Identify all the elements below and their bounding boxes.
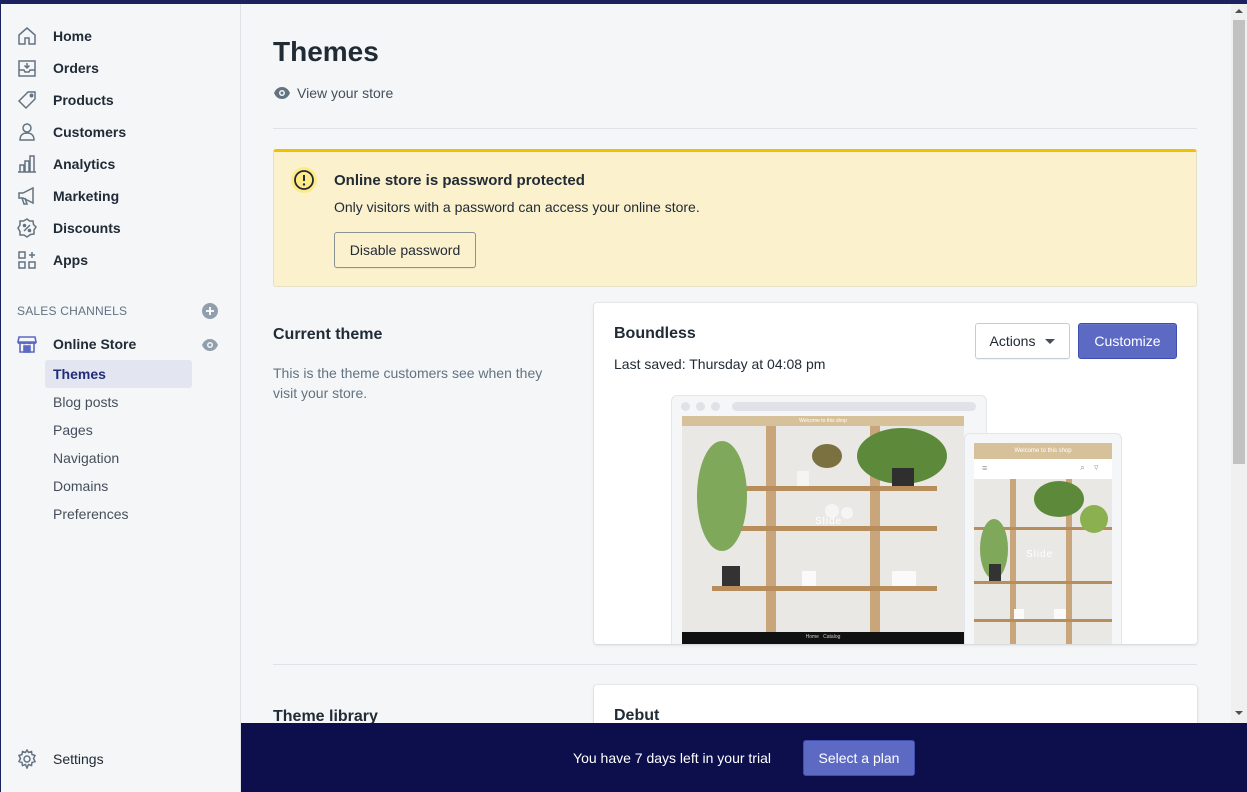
bar-chart-icon bbox=[18, 155, 36, 173]
orders-icon bbox=[18, 60, 36, 77]
scrollbar-thumb[interactable] bbox=[1233, 20, 1245, 464]
sidebar-item-settings[interactable]: Settings bbox=[17, 747, 104, 771]
select-plan-button[interactable]: Select a plan bbox=[802, 739, 915, 776]
desktop-preview[interactable]: Welcome to this shop Slide Home Catalog bbox=[671, 395, 987, 644]
disable-password-button[interactable]: Disable password bbox=[334, 232, 476, 268]
trial-text: You have 7 days left in your trial bbox=[573, 749, 771, 766]
mobile-preview[interactable]: Welcome to this shop ≡ ⌕ ▿ Slide bbox=[964, 433, 1122, 644]
sidebar-subitem-navigation[interactable]: Navigation bbox=[45, 444, 192, 472]
sidebar-item-orders[interactable]: Orders bbox=[17, 56, 99, 80]
sales-channels-heading: SALES CHANNELS bbox=[17, 304, 128, 318]
cart-icon: ▿ bbox=[1094, 462, 1099, 472]
sidebar-item-label: Home bbox=[53, 28, 92, 44]
megaphone-icon bbox=[18, 186, 34, 205]
current-theme-description: This is the theme customers see when the… bbox=[273, 365, 543, 401]
sidebar-item-analytics[interactable]: Analytics bbox=[17, 152, 115, 176]
desktop-shop-banner: Welcome to this shop bbox=[682, 416, 964, 426]
actions-label: Actions bbox=[989, 333, 1036, 349]
sidebar-item-label: Marketing bbox=[53, 188, 120, 204]
store-icon bbox=[17, 336, 37, 353]
sidebar-item-home[interactable]: Home bbox=[17, 24, 92, 48]
sidebar-item-label: Products bbox=[53, 92, 114, 108]
sidebar-subitem-domains[interactable]: Domains bbox=[45, 472, 192, 500]
sidebar-subitem-pages[interactable]: Pages bbox=[45, 416, 192, 444]
home-icon bbox=[18, 27, 36, 45]
divider bbox=[273, 664, 1197, 665]
desktop-screen: Welcome to this shop Slide Home Catalog bbox=[682, 416, 964, 644]
sidebar-subitem-blog-posts[interactable]: Blog posts bbox=[45, 388, 192, 416]
sidebar-item-apps[interactable]: Apps bbox=[17, 248, 88, 272]
scroll-down-arrow-icon[interactable] bbox=[1235, 711, 1243, 715]
desktop-preview-footer: Home Catalog bbox=[682, 632, 964, 644]
gear-icon bbox=[17, 749, 37, 769]
customize-button[interactable]: Customize bbox=[1078, 323, 1177, 359]
sidebar-item-marketing[interactable]: Marketing bbox=[17, 184, 119, 208]
last-saved-text: Last saved: Thursday at 04:08 pm bbox=[614, 356, 826, 372]
warning-icon bbox=[291, 167, 317, 193]
mobile-header: ≡ ⌕ ▿ bbox=[974, 459, 1112, 479]
sidebar-subitem-preferences[interactable]: Preferences bbox=[45, 500, 192, 528]
sidebar-item-online-store[interactable]: Online Store bbox=[17, 332, 136, 356]
sidebar-item-customers[interactable]: Customers bbox=[17, 120, 126, 144]
mobile-slide-label: Slide bbox=[1026, 549, 1054, 560]
view-store-label: View your store bbox=[297, 85, 394, 101]
sidebar-item-products[interactable]: Products bbox=[17, 88, 114, 112]
discount-icon bbox=[17, 218, 37, 238]
sidebar: Home Orders Products Customers Analytics… bbox=[1, 4, 241, 792]
person-icon bbox=[19, 123, 35, 141]
divider bbox=[273, 128, 1197, 129]
current-theme-card: Boundless Last saved: Thursday at 04:08 … bbox=[594, 303, 1197, 644]
plant-shelf-image bbox=[974, 479, 1112, 644]
mobile-shop-banner: Welcome to this shop bbox=[974, 443, 1112, 459]
browser-bar bbox=[672, 396, 986, 414]
sidebar-item-label: Analytics bbox=[53, 156, 116, 172]
scroll-up-arrow-icon[interactable] bbox=[1235, 9, 1243, 13]
current-theme-heading: Current theme bbox=[273, 326, 383, 343]
view-store-link[interactable]: View your store bbox=[273, 84, 393, 102]
desktop-slide-label: Slide bbox=[815, 516, 843, 527]
page-title: Themes bbox=[273, 36, 379, 67]
add-circle-icon[interactable] bbox=[201, 302, 219, 320]
sidebar-item-label: Customers bbox=[53, 124, 127, 140]
sidebar-subitem-themes[interactable]: Themes bbox=[45, 360, 192, 388]
theme-library-card: Debut bbox=[594, 685, 1197, 723]
apps-icon bbox=[18, 251, 36, 269]
theme-name: Boundless bbox=[614, 325, 696, 342]
hamburger-icon: ≡ bbox=[982, 463, 988, 473]
tag-icon bbox=[17, 91, 36, 110]
sidebar-item-label: Apps bbox=[53, 252, 88, 268]
sidebar-item-discounts[interactable]: Discounts bbox=[17, 216, 121, 240]
eye-icon[interactable] bbox=[201, 336, 219, 354]
sidebar-item-label: Settings bbox=[53, 751, 104, 767]
sidebar-item-label: Orders bbox=[53, 60, 99, 76]
sidebar-item-label: Online Store bbox=[53, 336, 137, 352]
sidebar-item-label: Discounts bbox=[53, 220, 121, 236]
eye-icon bbox=[274, 87, 290, 99]
main-content: Themes View your store Online store is p… bbox=[241, 4, 1231, 723]
library-theme-name: Debut bbox=[614, 707, 660, 723]
mobile-screen: Welcome to this shop ≡ ⌕ ▿ Slide bbox=[974, 443, 1112, 644]
caret-down-icon bbox=[1045, 338, 1056, 344]
vertical-scrollbar[interactable] bbox=[1231, 4, 1247, 723]
actions-dropdown-button[interactable]: Actions bbox=[975, 323, 1070, 359]
password-banner: Online store is password protected Only … bbox=[273, 149, 1197, 287]
search-icon: ⌕ bbox=[1080, 462, 1086, 472]
theme-library-heading: Theme library bbox=[273, 708, 378, 723]
banner-text: Only visitors with a password can access… bbox=[334, 199, 700, 215]
trial-bar: You have 7 days left in your trial Selec… bbox=[241, 723, 1247, 792]
banner-title: Online store is password protected bbox=[334, 172, 585, 189]
plant-shelf-image bbox=[682, 426, 964, 632]
